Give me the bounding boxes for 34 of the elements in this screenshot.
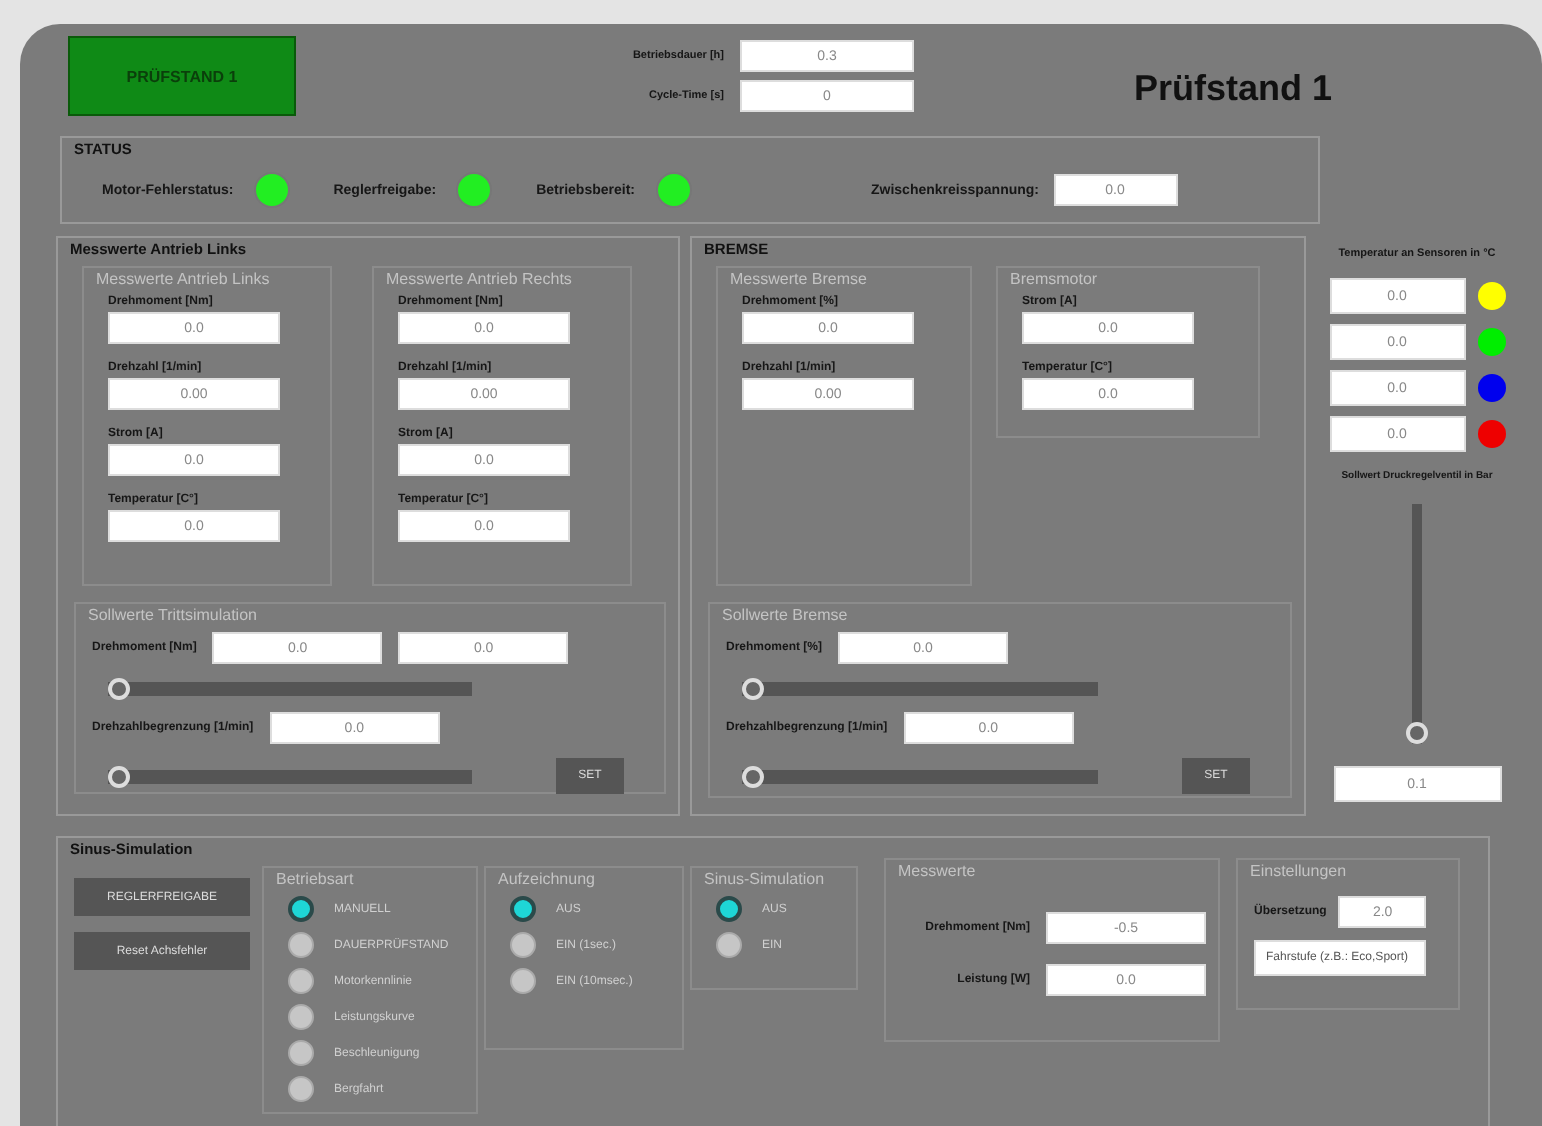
group-title: Sinus-Simulation [704, 870, 827, 888]
group-title: Sollwerte Bremse [722, 606, 850, 624]
slider-thumb[interactable] [742, 677, 764, 699]
group-title: Sollwerte Trittsimulation [88, 606, 259, 624]
slider-thumb[interactable] [1406, 722, 1428, 744]
radio-button[interactable] [288, 1076, 314, 1102]
slider[interactable] [742, 769, 1098, 783]
slider-thumb[interactable] [108, 677, 130, 699]
group-title: Messwerte Bremse [730, 270, 869, 288]
radio-button[interactable] [510, 896, 536, 922]
slider-thumb[interactable] [742, 765, 764, 787]
radio-button[interactable] [510, 968, 536, 994]
group-title: Messwerte Antrieb Rechts [386, 270, 574, 288]
radio-button[interactable] [716, 896, 742, 922]
radio-button[interactable] [288, 1004, 314, 1030]
group-title: Messwerte [898, 862, 978, 880]
vertical-slider[interactable] [1406, 504, 1428, 744]
radio-button[interactable] [716, 932, 742, 958]
radio-button[interactable] [510, 932, 536, 958]
status-badge: PRÜFSTAND 1 [68, 36, 296, 116]
group-title: Messwerte Antrieb Links [96, 270, 272, 288]
slider[interactable] [108, 681, 472, 695]
radio-button[interactable] [288, 896, 314, 922]
group-title: Bremsmotor [1010, 270, 1100, 288]
radio-button[interactable] [288, 968, 314, 994]
group-title: Aufzeichnung [498, 870, 597, 888]
radio-button[interactable] [288, 932, 314, 958]
radio-button[interactable] [288, 1040, 314, 1066]
slider[interactable] [742, 681, 1098, 695]
group-title: Einstellungen [1250, 862, 1349, 880]
window-title: Prüfstand 1 [1134, 68, 1333, 110]
slider-thumb[interactable] [108, 765, 130, 787]
slider[interactable] [108, 769, 472, 783]
group-title: Betriebsart [276, 870, 356, 888]
